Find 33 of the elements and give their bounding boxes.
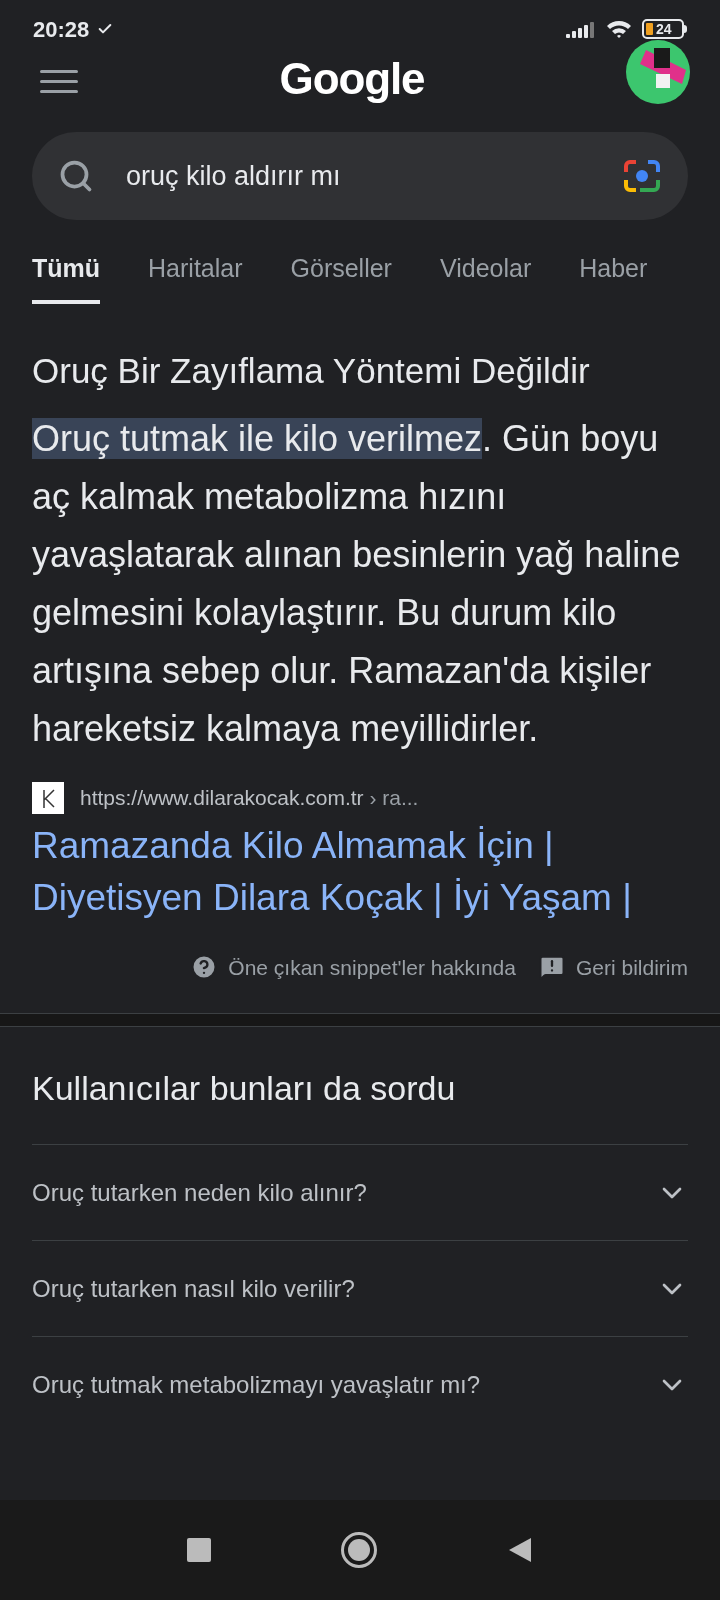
- section-title: Kullanıcılar bunları da sordu: [32, 1068, 457, 1109]
- tab[interactable]: Görseller: [290, 250, 392, 304]
- search-icon: [58, 158, 94, 194]
- back-button[interactable]: [507, 1536, 533, 1564]
- about-snippets-button[interactable]: Öne çıkan snippet'ler hakkında: [190, 951, 516, 983]
- menu-icon[interactable]: [40, 70, 78, 94]
- battery-fill: [646, 23, 653, 35]
- tab[interactable]: Haritalar: [148, 250, 243, 304]
- site-favicon: [32, 781, 64, 814]
- search-query: oruç kilo aldırır mı: [126, 159, 342, 193]
- tab[interactable]: Tümü: [32, 250, 101, 304]
- question-row[interactable]: Oruç tutarken nasıl kilo verilir?: [32, 1240, 688, 1336]
- home-button[interactable]: [341, 1532, 377, 1568]
- question-text: Oruç tutmak metabolizmayı yavaşlatır mı?: [32, 1369, 481, 1400]
- tab[interactable]: Videolar: [439, 250, 532, 304]
- source-url: https://www.dilarakocak.com.tr › ra...: [80, 784, 419, 811]
- google-logo[interactable]: Google: [279, 57, 425, 101]
- snippet-title: Oruç Bir Zayıflama Yöntemi Değildir: [32, 349, 591, 392]
- question-text: Oruç tutarken nasıl kilo verilir?: [32, 1273, 355, 1304]
- status-time: 20:28: [33, 15, 90, 44]
- battery-level: 24: [656, 22, 672, 36]
- tab[interactable]: Haber: [579, 250, 648, 304]
- question-row[interactable]: Oruç tutarken neden kilo alınır?: [32, 1144, 688, 1240]
- question-row[interactable]: Oruç tutmak metabolizmayı yavaşlatır mı?: [32, 1336, 688, 1432]
- feedback-button[interactable]: Geri bildirim: [538, 951, 688, 983]
- snippet-text: Oruç tutmak ile kilo verilmez. Gün boyu aç kalmak metabolizma hızını yavaşlatarak alınan besinlerin yağ haline gelmesini kolaylaştırır. Bu durum kilo artışına sebep olur. Ramazan'da kişiler hareketsiz kalmaya meyillidirler.: [32, 416, 682, 751]
- result-link[interactable]: Ramazanda Kilo Almamak İçin | Diyetisyen Dilara Koçak | İyi Yaşam |: [32, 819, 688, 924]
- signal-icon: [566, 20, 596, 38]
- wifi-icon: [606, 19, 632, 39]
- search-field[interactable]: oruç kilo aldırır mı: [32, 132, 688, 220]
- question-text: Oruç tutarken neden kilo alınır?: [32, 1177, 367, 1208]
- avatar-icon[interactable]: [626, 40, 690, 104]
- camera-icon[interactable]: [622, 158, 662, 194]
